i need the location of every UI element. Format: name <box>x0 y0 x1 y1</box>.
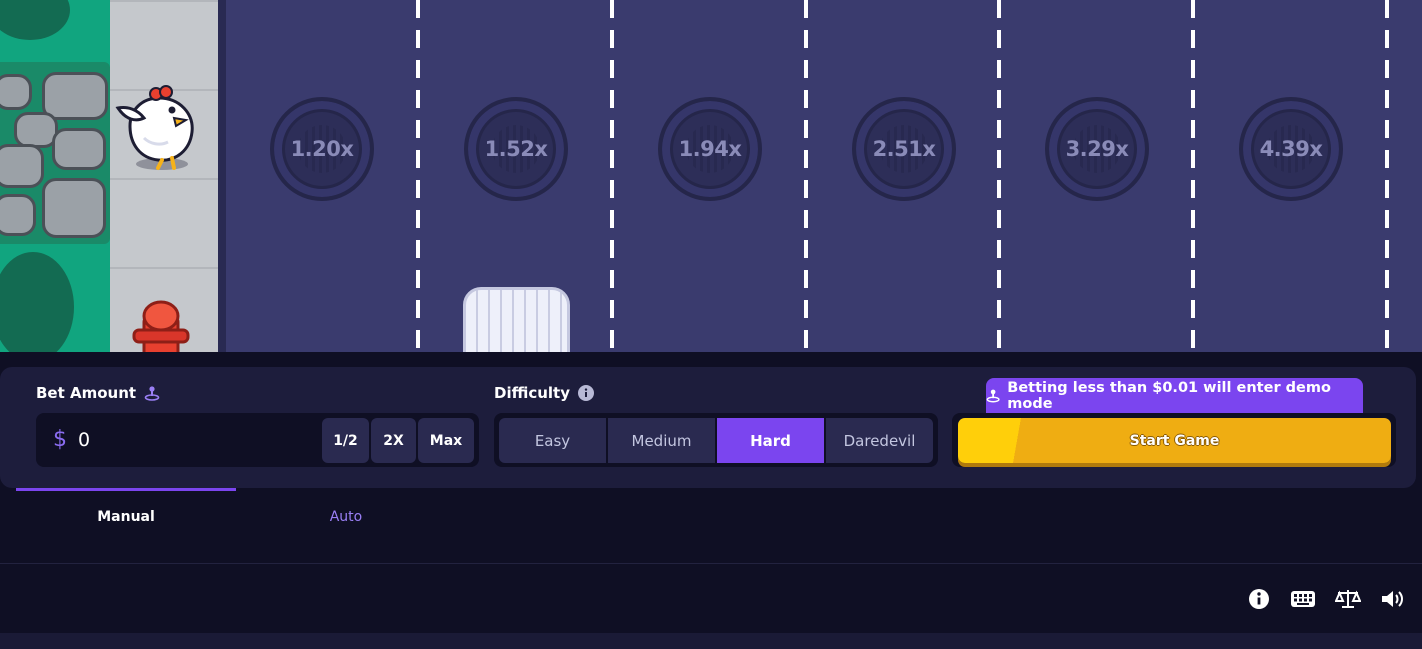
max-bet-button[interactable]: Max <box>418 418 474 463</box>
multiplier-label: 4.39x <box>1259 137 1323 161</box>
bet-amount-text: Bet Amount <box>36 384 137 402</box>
demo-mode-text: Betting less than $0.01 will enter demo … <box>1007 379 1331 412</box>
difficulty-daredevil-button[interactable]: Daredevil <box>826 418 933 463</box>
manhole-lane-3[interactable]: 1.94x <box>658 97 762 201</box>
info-icon[interactable] <box>1246 586 1272 612</box>
difficulty-medium-button[interactable]: Medium <box>608 418 715 463</box>
stone-wall <box>0 62 110 244</box>
game-scene: 1.20x 1.52x 1.94x 2.51x 3.29x 4.39x <box>0 0 1422 352</box>
difficulty-label: Difficulty <box>494 384 594 402</box>
keyboard-icon[interactable] <box>1290 586 1316 612</box>
manhole-lane-6[interactable]: 4.39x <box>1239 97 1343 201</box>
active-tab-indicator <box>16 488 236 491</box>
info-icon[interactable] <box>577 385 594 401</box>
manhole-lane-2[interactable]: 1.52x <box>464 97 568 201</box>
fairness-scale-icon[interactable] <box>1335 586 1361 612</box>
double-bet-button[interactable]: 2X <box>371 418 416 463</box>
joystick-icon <box>986 389 1000 403</box>
chicken-character <box>115 85 194 170</box>
bet-amount-label: Bet Amount <box>36 384 160 402</box>
difficulty-easy-button[interactable]: Easy <box>499 418 606 463</box>
demo-mode-notice: Betting less than $0.01 will enter demo … <box>986 378 1363 413</box>
tab-manual[interactable]: Manual <box>16 509 236 525</box>
bet-amount-input[interactable] <box>78 424 308 456</box>
multiplier-label: 1.20x <box>290 137 354 161</box>
half-bet-button[interactable]: 1/2 <box>322 418 369 463</box>
multiplier-label: 3.29x <box>1065 137 1129 161</box>
lane-divider <box>610 0 614 352</box>
lane-divider <box>416 0 420 352</box>
volume-icon[interactable] <box>1380 586 1406 612</box>
fire-hydrant <box>132 300 190 352</box>
manhole-lane-1[interactable]: 1.20x <box>270 97 374 201</box>
multiplier-label: 2.51x <box>872 137 936 161</box>
road-barrier <box>463 287 570 352</box>
footer-divider <box>0 563 1422 564</box>
manhole-lane-4[interactable]: 2.51x <box>852 97 956 201</box>
tab-auto[interactable]: Auto <box>236 509 456 525</box>
multiplier-label: 1.52x <box>484 137 548 161</box>
game-root: 1.20x 1.52x 1.94x 2.51x 3.29x 4.39x Bet … <box>0 0 1422 649</box>
lane-divider <box>997 0 1001 352</box>
multiplier-label: 1.94x <box>678 137 742 161</box>
joystick-icon <box>144 386 160 401</box>
lane-divider <box>1385 0 1389 352</box>
difficulty-hard-button[interactable]: Hard <box>717 418 824 463</box>
difficulty-text: Difficulty <box>494 384 570 402</box>
start-game-button[interactable]: Start Game <box>958 418 1391 463</box>
currency-symbol: $ <box>53 427 67 452</box>
manhole-lane-5[interactable]: 3.29x <box>1045 97 1149 201</box>
bottom-edge <box>0 633 1422 649</box>
lane-divider <box>1191 0 1195 352</box>
curb <box>218 0 226 352</box>
lane-divider <box>804 0 808 352</box>
